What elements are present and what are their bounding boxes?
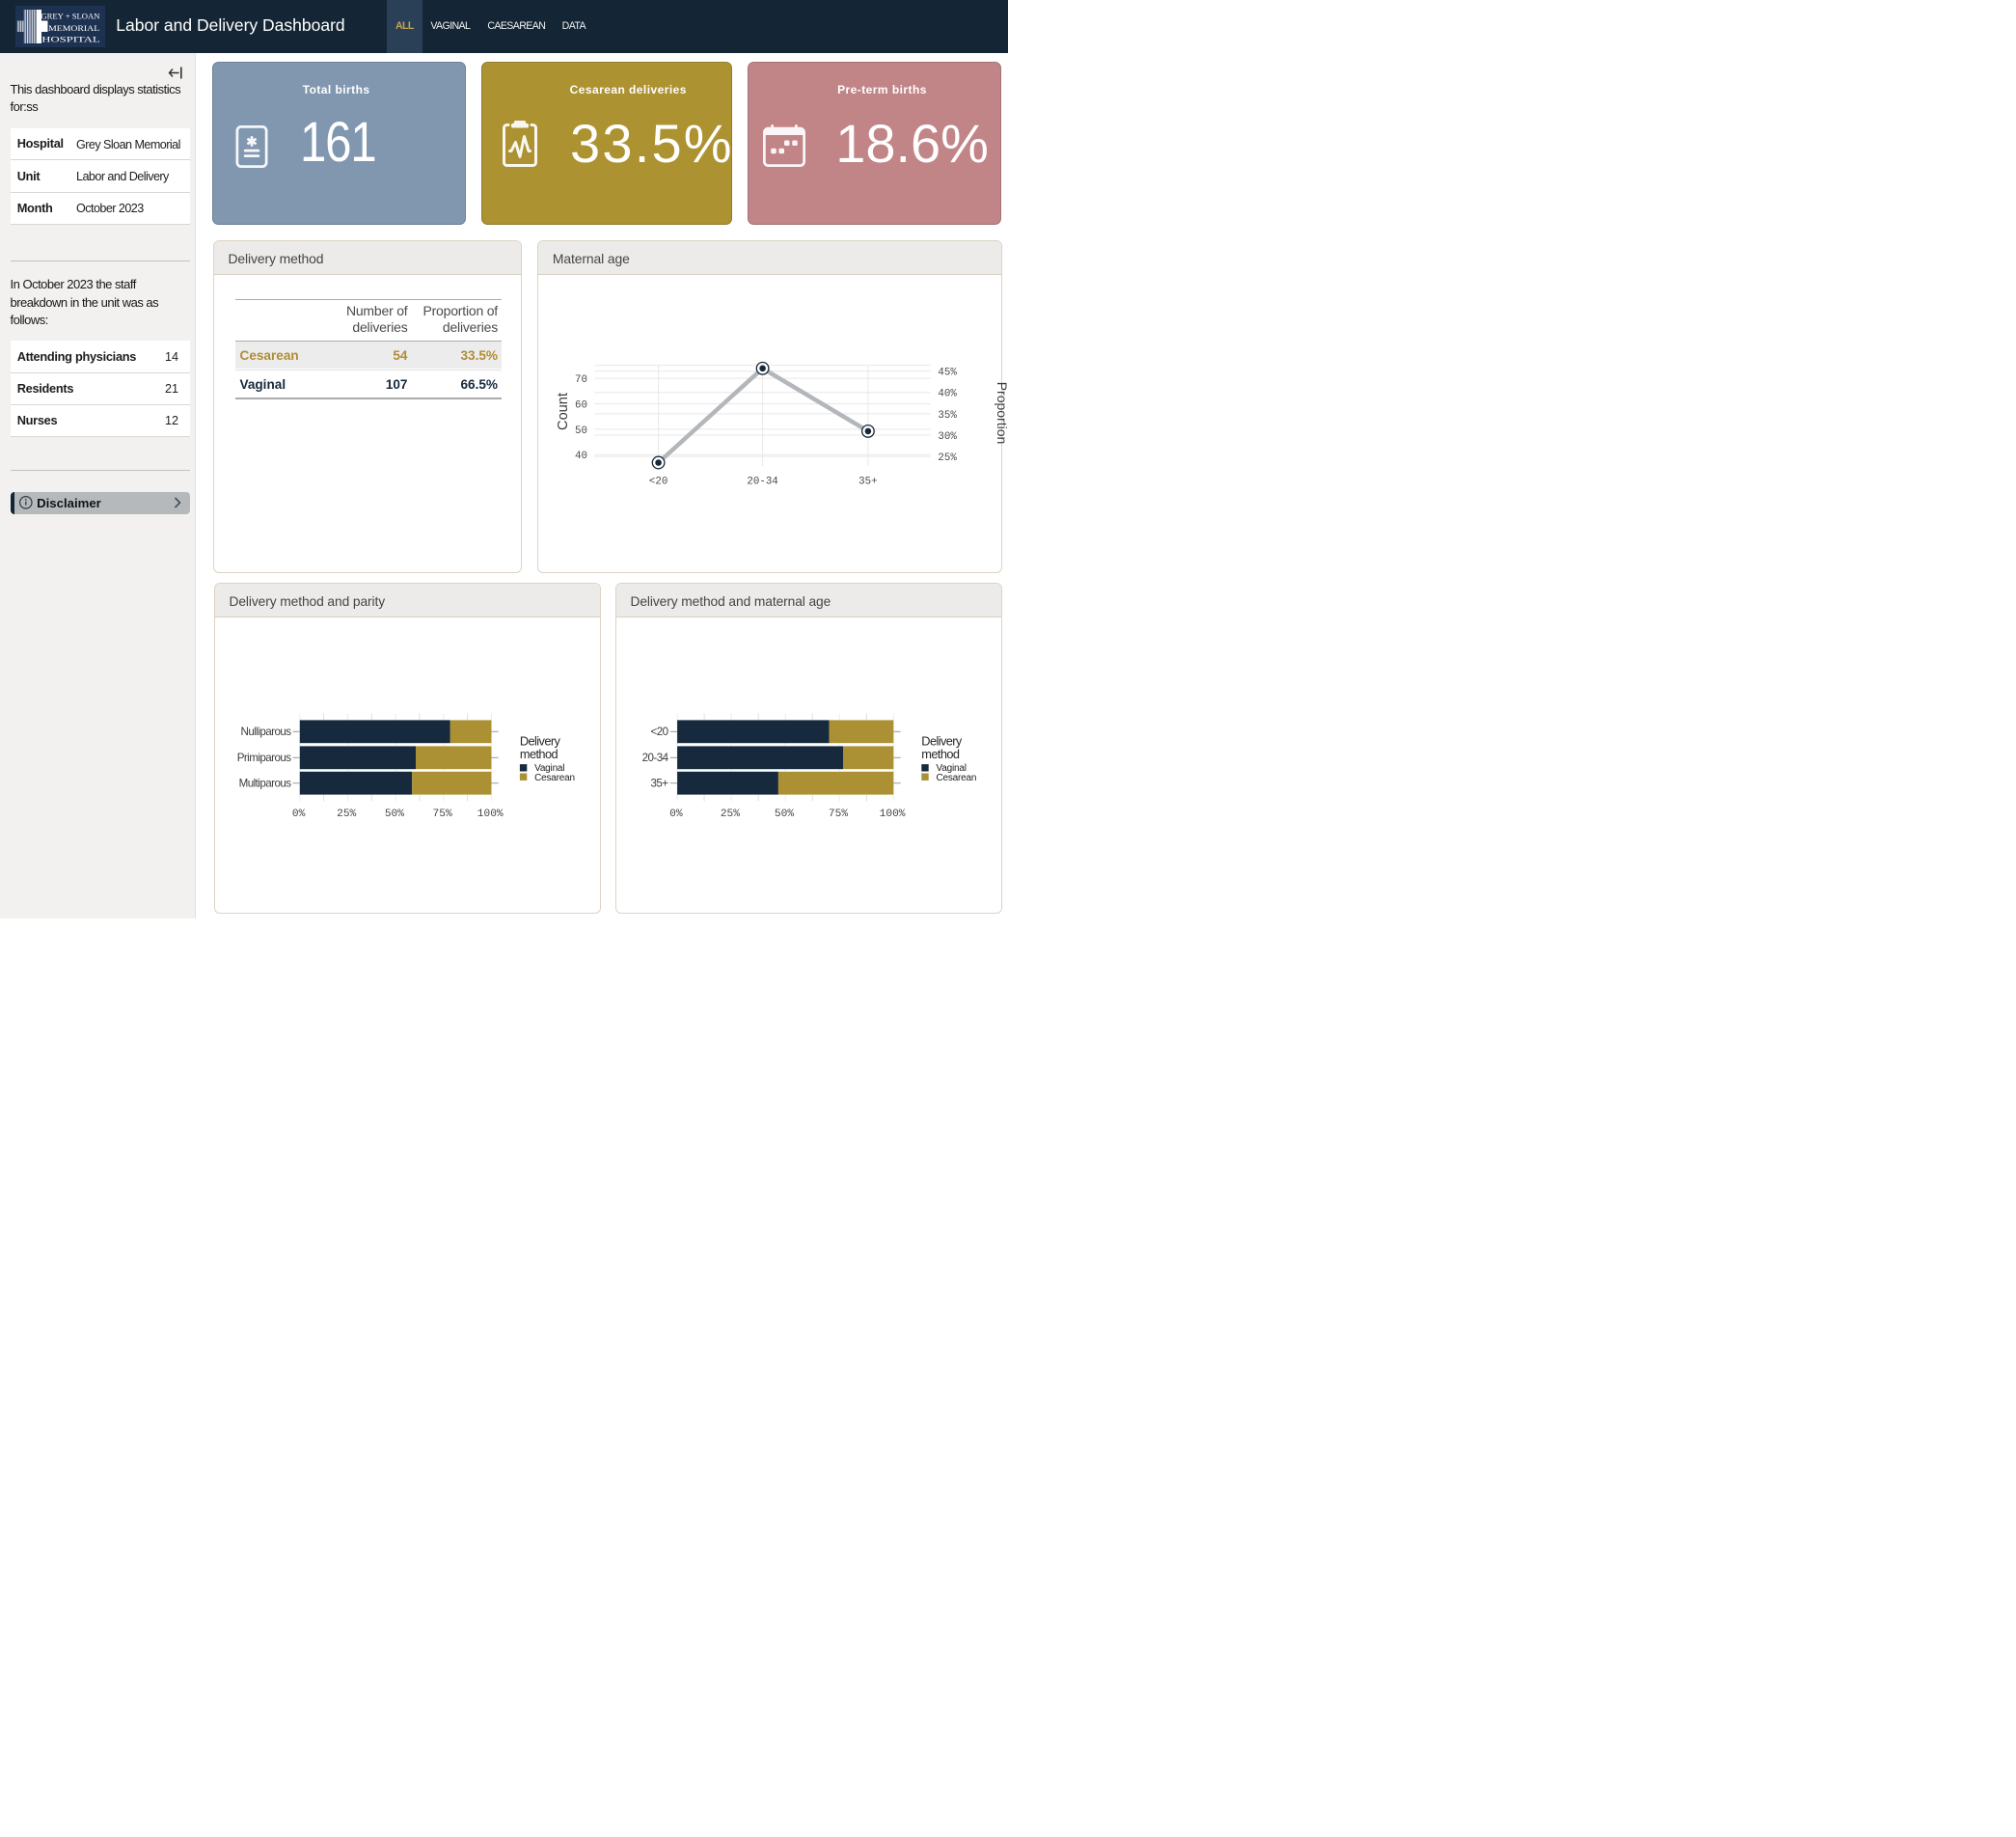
svg-text:50%: 50% (775, 809, 794, 820)
svg-text:35+: 35+ (650, 778, 668, 790)
svg-text:25%: 25% (721, 809, 740, 820)
svg-text:Cesarean: Cesarean (937, 773, 977, 783)
svg-text:75%: 75% (829, 809, 848, 820)
svg-text:<20: <20 (650, 726, 667, 738)
svg-text:method: method (921, 747, 960, 761)
svg-text:100%: 100% (880, 809, 906, 820)
svg-text:0%: 0% (669, 809, 683, 820)
svg-text:20-34: 20-34 (642, 752, 669, 764)
